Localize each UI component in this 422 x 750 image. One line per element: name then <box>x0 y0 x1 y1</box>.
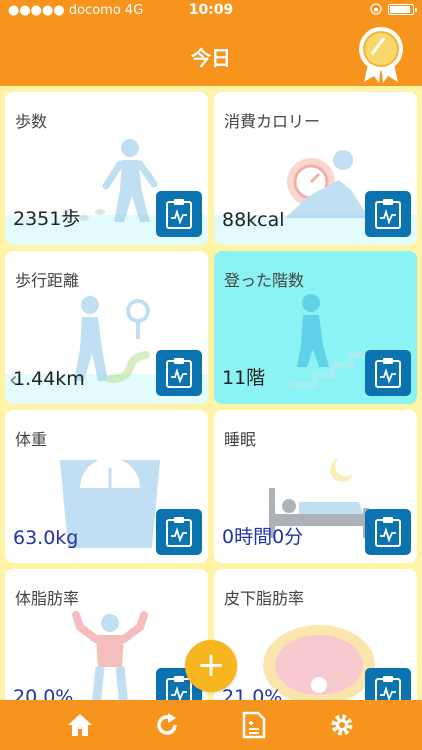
card-calories[interactable]: 消費カロリー 88kcal <box>214 92 417 245</box>
tab-home[interactable] <box>64 709 96 741</box>
dashboard-grid: 歩数 2351歩 消費カロリー 88kcal ‹ 歩行距離 1.44km 登った… <box>0 86 422 700</box>
rotation-lock-icon <box>370 3 382 15</box>
clipboard-chart-icon <box>375 517 401 547</box>
log-button[interactable] <box>365 350 411 396</box>
card-floors[interactable]: 登った階数 11階 <box>214 251 417 404</box>
card-label: 登った階数 <box>224 271 305 290</box>
card-label: 体重 <box>15 430 48 449</box>
log-button[interactable] <box>156 350 202 396</box>
log-button[interactable] <box>365 509 411 555</box>
stairs-climber-icon <box>289 294 369 388</box>
card-subcutaneous-fat[interactable]: 皮下脂肪率 21.0% <box>214 569 417 700</box>
battery-icon <box>388 3 417 15</box>
card-value: 63.0kg <box>13 527 79 549</box>
card-weight[interactable]: 体重 63.0kg <box>5 410 208 563</box>
clipboard-chart-icon <box>375 676 401 700</box>
card-value: 21.0% <box>222 686 283 700</box>
card-value: 11階 <box>222 367 266 389</box>
card-steps[interactable]: 歩数 2351歩 <box>5 92 208 245</box>
tab-refresh[interactable] <box>151 709 183 741</box>
tab-report[interactable] <box>238 709 270 741</box>
log-button[interactable] <box>365 668 411 700</box>
home-icon <box>68 714 92 736</box>
card-value: 20.0% <box>13 686 74 700</box>
log-button[interactable] <box>365 191 411 237</box>
clipboard-chart-icon <box>166 517 192 547</box>
clipboard-chart-icon <box>375 199 401 229</box>
nav-bar: 今日 <box>0 22 422 86</box>
clipboard-chart-icon <box>166 199 192 229</box>
card-value: 0時間0分 <box>222 526 304 548</box>
medal-icon[interactable] <box>354 24 408 84</box>
clock: 10:09 <box>188 2 234 18</box>
card-value: 88kcal <box>222 209 285 231</box>
status-icons <box>370 3 417 15</box>
card-label: 皮下脂肪率 <box>224 589 305 608</box>
card-body-fat[interactable]: 体脂肪率 20.0% <box>5 569 208 700</box>
refresh-icon <box>157 713 177 735</box>
log-button[interactable] <box>156 191 202 237</box>
card-distance[interactable]: ‹ 歩行距離 1.44km <box>5 251 208 404</box>
add-button[interactable]: + <box>185 640 237 692</box>
card-label: 体脂肪率 <box>15 589 80 608</box>
card-label: 歩行距離 <box>15 271 80 290</box>
card-label: 睡眠 <box>224 430 257 449</box>
card-value: 1.44km <box>13 368 85 390</box>
card-value: 2351歩 <box>13 208 81 230</box>
log-button[interactable] <box>156 509 202 555</box>
status-bar: ●●●●● docomo 4G 10:09 <box>0 0 422 22</box>
tab-bar <box>0 700 422 750</box>
card-sleep[interactable]: 睡眠 0時間0分 <box>214 410 417 563</box>
tab-settings[interactable] <box>326 709 358 741</box>
clipboard-chart-icon <box>166 358 192 388</box>
card-label: 歩数 <box>15 112 48 131</box>
report-icon <box>242 711 266 739</box>
settings-icon <box>331 714 353 736</box>
clipboard-chart-icon <box>375 358 401 388</box>
card-label: 消費カロリー <box>224 112 321 131</box>
